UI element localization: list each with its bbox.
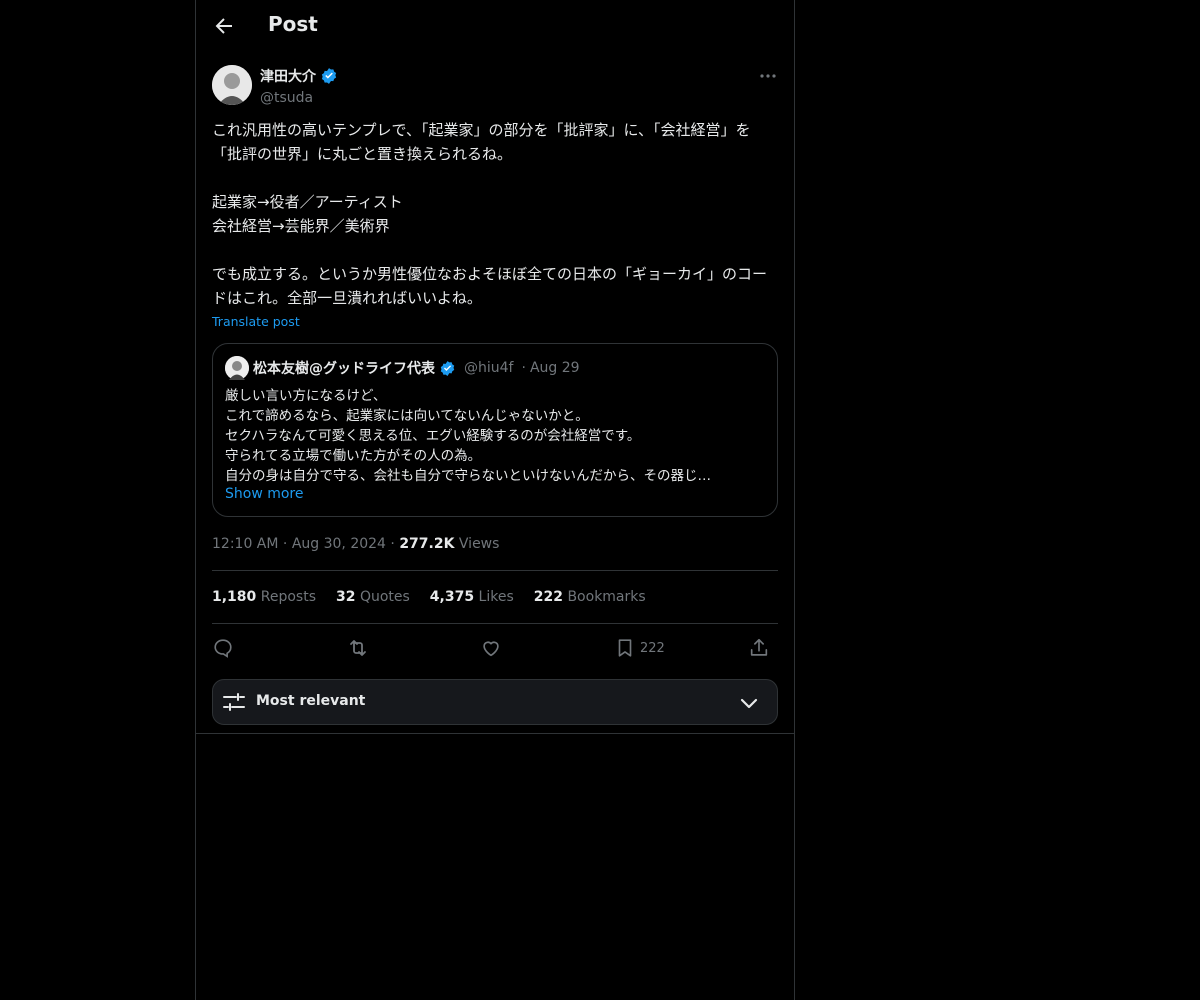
sort-selected-value: Most relevant — [256, 693, 366, 709]
author-name[interactable]: 津田大介 — [260, 66, 316, 86]
bookmark-count: 222 — [640, 640, 665, 656]
quote-author-name: 松本友樹@グッドライフ代表 — [253, 361, 435, 377]
divider — [212, 623, 778, 624]
views-count: 277.2K — [399, 536, 455, 552]
separator-dot: · — [282, 536, 292, 552]
likes-count: 4,375 — [429, 589, 475, 605]
chevron-down-icon — [739, 693, 759, 713]
page-title: Post — [268, 12, 318, 36]
divider — [196, 733, 794, 734]
quotes-stat[interactable]: 32 Quotes — [336, 589, 410, 605]
sort-sliders-icon — [223, 692, 245, 712]
divider — [212, 570, 778, 571]
reposts-label: Reposts — [260, 589, 316, 605]
quote-date: Aug 29 — [529, 360, 580, 376]
bookmark-button[interactable]: 222 — [614, 636, 665, 660]
verified-badge-icon — [439, 360, 456, 377]
back-arrow-icon[interactable] — [212, 14, 236, 38]
sort-replies-dropdown[interactable]: Most relevant — [212, 679, 778, 725]
author-block: 津田大介 @tsuda — [260, 66, 338, 106]
show-more-link[interactable]: Show more — [225, 486, 304, 502]
post-date[interactable]: Aug 30, 2024 — [292, 536, 386, 552]
separator-dot: · — [390, 536, 400, 552]
header: Post — [196, 0, 794, 53]
repost-icon[interactable] — [346, 636, 370, 660]
like-icon[interactable] — [480, 636, 502, 660]
post-text: これ汎用性の高いテンプレで、「起業家」の部分を「批評家」に、「会社経営」を「批評… — [212, 121, 768, 307]
quoted-post[interactable]: 松本友樹@グッドライフ代表 @hiu4f · Aug 29 厳しい言い方になるけ… — [212, 343, 778, 517]
separator-dot: · — [521, 360, 526, 376]
post-meta: 12:10 AM · Aug 30, 2024 · 277.2K Views — [212, 536, 499, 552]
bookmark-icon — [614, 637, 636, 659]
action-bar: 222 — [212, 636, 778, 660]
quote-text: 厳しい言い方になるけど、 これで諦めるなら、起業家には向いてないんじゃないかと。… — [225, 388, 711, 484]
bookmarks-label: Bookmarks — [567, 589, 646, 605]
author-avatar[interactable] — [212, 65, 252, 105]
quote-header: 松本友樹@グッドライフ代表 @hiu4f · Aug 29 — [225, 356, 580, 380]
post-time[interactable]: 12:10 AM — [212, 536, 278, 552]
reposts-stat[interactable]: 1,180 Reposts — [212, 589, 316, 605]
bookmarks-count: 222 — [533, 589, 563, 605]
likes-stat[interactable]: 4,375 Likes — [430, 589, 514, 605]
quote-handle: @hiu4f — [464, 360, 514, 376]
author-name-row[interactable]: 津田大介 — [260, 66, 338, 86]
author-handle[interactable]: @tsuda — [260, 90, 338, 106]
main-column: Post 津田大介 @tsuda これ汎用性の高いテンプレで、「起業家」の部分を… — [195, 0, 795, 1000]
views-label: Views — [458, 536, 500, 552]
quote-avatar — [225, 356, 249, 380]
verified-badge-icon — [320, 67, 338, 85]
quotes-count: 32 — [336, 589, 356, 605]
engagement-stats: 1,180 Reposts 32 Quotes 4,375 Likes 222 … — [212, 589, 646, 605]
translate-link[interactable]: Translate post — [212, 314, 300, 329]
share-icon[interactable] — [748, 636, 770, 660]
likes-label: Likes — [478, 589, 514, 605]
reposts-count: 1,180 — [212, 589, 257, 605]
bookmarks-stat[interactable]: 222 Bookmarks — [534, 589, 646, 605]
quotes-label: Quotes — [359, 589, 410, 605]
more-icon[interactable] — [758, 66, 778, 86]
reply-icon[interactable] — [212, 636, 234, 660]
